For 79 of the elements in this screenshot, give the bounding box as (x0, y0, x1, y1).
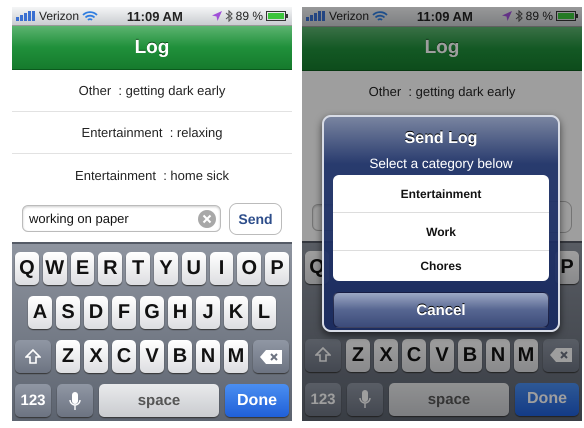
wifi-icon (372, 10, 388, 22)
shift-icon (315, 347, 331, 364)
keyboard-key[interactable]: G (140, 296, 164, 329)
screen-title: Log (424, 37, 460, 60)
log-entry: Entertainment : relaxing (12, 112, 292, 154)
numbers-key[interactable]: 123 (15, 384, 51, 417)
shift-icon (25, 348, 41, 364)
clock-time: 11:09 AM (126, 8, 184, 24)
delete-icon (550, 348, 572, 362)
battery-percent: 89 % (236, 9, 263, 24)
shift-key[interactable] (305, 338, 341, 372)
keyboard-key[interactable]: A (28, 296, 52, 329)
keyboard-key[interactable]: S (56, 296, 80, 329)
keyboard-key[interactable]: I (210, 252, 234, 285)
category-option[interactable]: Work (333, 213, 549, 251)
keyboard-key[interactable]: H (168, 296, 192, 329)
category-option[interactable]: Entertainment (333, 175, 549, 213)
battery-percent: 89 % (526, 9, 553, 24)
keyboard-key[interactable]: B (458, 338, 482, 372)
log-entry: Entertainment : home sick (74, 166, 230, 185)
keyboard-key[interactable]: X (374, 338, 398, 372)
log-entry: Other : getting dark early (368, 83, 516, 102)
keyboard-key[interactable]: O (237, 252, 262, 285)
cancel-button[interactable]: Cancel (333, 292, 549, 328)
keyboard-key[interactable]: M (224, 340, 248, 373)
keyboard-key[interactable]: Z (346, 338, 370, 372)
keyboard-key[interactable]: C (402, 338, 426, 372)
dictation-key[interactable] (347, 382, 383, 416)
keyboard-key[interactable]: Z (56, 340, 80, 373)
delete-key[interactable] (543, 338, 579, 372)
keyboard-key[interactable]: Q (15, 252, 39, 285)
keyboard-key[interactable]: E (70, 252, 94, 285)
keyboard-key[interactable]: M (514, 338, 538, 372)
delete-icon (260, 350, 282, 364)
wifi-icon (82, 10, 98, 22)
keyboard-key[interactable]: F (112, 296, 136, 329)
space-key[interactable]: space (99, 384, 219, 417)
bluetooth-icon (514, 10, 523, 22)
keyboard-key[interactable]: J (196, 296, 220, 329)
keyboard-key[interactable]: W (42, 252, 67, 285)
keyboard-key[interactable]: Y (154, 252, 178, 285)
alert-title: Send Log (404, 130, 478, 148)
alert-message: Select a category below (369, 156, 513, 171)
shift-key[interactable] (15, 340, 51, 373)
keyboard-key[interactable]: K (224, 296, 248, 329)
keyboard-key[interactable]: C (112, 340, 136, 373)
location-icon (212, 11, 222, 22)
message-field[interactable]: working on paper (22, 205, 221, 232)
keyboard-key[interactable]: V (140, 340, 164, 373)
clock-time: 11:09 AM (416, 8, 474, 24)
battery-icon (556, 11, 578, 22)
battery-icon (266, 11, 288, 22)
screen-title: Log (134, 36, 170, 59)
carrier-name: Verizon (39, 9, 80, 24)
log-entry: Other : getting dark early (12, 70, 292, 112)
microphone-icon (359, 389, 371, 410)
keyboard-key[interactable]: P (265, 252, 289, 285)
carrier-name: Verizon (329, 9, 370, 24)
keyboard-key[interactable]: R (98, 252, 122, 285)
signal-icon (16, 11, 36, 22)
send-button[interactable]: Send (229, 202, 282, 235)
keyboard-key[interactable]: D (84, 296, 108, 329)
bluetooth-icon (224, 10, 233, 22)
category-option[interactable]: Chores (333, 251, 549, 281)
signal-icon (306, 11, 326, 22)
keyboard-key[interactable]: L (252, 296, 276, 329)
done-key[interactable]: Done (225, 384, 289, 417)
keyboard-key[interactable]: X (84, 340, 108, 373)
keyboard-key[interactable]: V (430, 338, 454, 372)
microphone-icon (69, 390, 81, 410)
location-icon (502, 11, 512, 22)
keyboard-key[interactable]: T (126, 252, 150, 285)
dictation-key[interactable] (57, 384, 93, 417)
clear-icon (198, 210, 216, 228)
delete-key[interactable] (253, 340, 289, 373)
keyboard-key[interactable]: N (486, 338, 510, 372)
keyboard-key[interactable]: N (196, 340, 220, 373)
keyboard-key[interactable]: B (168, 340, 192, 373)
keyboard-key[interactable]: U (182, 252, 206, 285)
